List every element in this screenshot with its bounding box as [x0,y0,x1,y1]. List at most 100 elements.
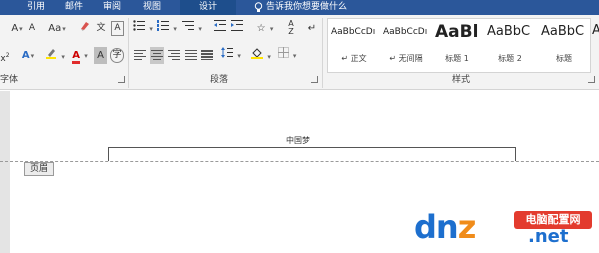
header-tag: 页眉 [24,162,54,176]
style-subtitle-partial[interactable]: A [592,18,599,73]
style-name: ↵ 无间隔 [389,54,423,63]
style-preview: AaBbC [487,24,531,39]
paragraph-dialog-launcher[interactable] [311,76,318,83]
tab-mailings[interactable]: 邮件 [60,0,88,15]
distributed-icon [201,50,213,60]
highlight-color-button[interactable] [44,47,66,64]
distributed-button[interactable] [200,47,214,64]
style-preview: AaBbCcDı [383,27,428,37]
line-spacing-icon [221,47,234,61]
tab-label: 引用 [26,2,45,12]
phonetic-guide-label: 文 [96,23,106,33]
grow-font-label: A [11,23,19,34]
style-preview: AaBbC [541,24,585,39]
align-right-icon [168,50,180,60]
change-case-label: Aa [48,23,62,34]
grow-font-button[interactable]: A [10,20,24,37]
lightbulb-icon [254,2,263,16]
header-bracket-line [108,147,516,161]
shrink-font-button[interactable]: A [26,20,38,37]
numbering-icon [157,20,170,34]
clear-formatting-button[interactable] [78,20,92,37]
increase-indent-button[interactable] [230,20,244,37]
char-shading-label: A [97,50,104,61]
style-heading-2[interactable]: AaBbC 标题 2 [484,19,536,72]
tell-me-search[interactable]: 告诉我你想要做什么 [266,0,347,15]
enclose-label: A [114,23,121,33]
tab-label: 视图 [142,2,161,12]
styles-dialog-launcher[interactable] [588,76,595,83]
decrease-indent-icon [214,20,226,34]
chinese-layout-button[interactable]: ☆ [254,20,276,37]
decrease-indent-button[interactable] [213,20,227,37]
style-heading-1[interactable]: AaBl 标题 1 [432,19,482,72]
bullets-button[interactable] [133,20,153,37]
chinese-layout-icon: ☆ [256,23,266,34]
increase-indent-icon [231,20,243,34]
font-color-button[interactable]: A [70,47,90,64]
style-name: 标题 [556,54,572,63]
shrink-font-label: A [28,23,36,33]
show-hide-marks-button[interactable]: ↵ [306,20,318,37]
style-name: 标题 1 [445,54,469,63]
watermark-letters-a: dn [414,208,459,246]
tab-view[interactable]: 视图 [136,0,168,15]
group-separator [128,18,129,88]
header-boundary-dashed-line [0,161,599,162]
style-preview: AaBl [435,22,479,42]
header-text[interactable]: 中国梦 [286,135,310,146]
ribbon-home: A A Aa 文 A x2 A A A 字 字体 ☆ AZ ↵ [0,15,599,90]
style-preview: A [592,23,599,38]
style-name: 标题 2 [498,54,522,63]
style-name: ↵ 正文 [341,54,367,63]
tab-label: 邮件 [64,2,83,12]
justify-icon [185,50,197,60]
sort-button[interactable]: AZ [284,20,298,37]
align-center-icon [151,50,163,60]
phonetic-guide-button[interactable]: 文 [94,20,108,37]
font-dialog-launcher[interactable] [118,76,125,83]
styles-gallery: AaBbCcDı ↵ 正文 AaBbCcDı ↵ 无间隔 AaBl 标题 1 A… [327,18,591,73]
enclose-border-button[interactable]: A [111,21,124,36]
watermark-logo-letters: dnz [414,208,477,246]
paragraph-group-label: 段落 [210,75,229,85]
watermark-letter-z: z [457,208,477,246]
sort-icon: AZ [288,19,294,36]
tab-review[interactable]: 审阅 [98,0,126,15]
multilevel-list-button[interactable] [181,20,203,37]
show-marks-label: ↵ [307,23,317,34]
borders-button[interactable] [276,47,298,64]
text-effects-button[interactable]: A [18,47,38,64]
tab-insert[interactable]: 插入 [0,0,10,15]
font-group-label: 字体 [0,75,19,85]
align-center-button[interactable] [150,47,164,64]
style-no-spacing[interactable]: AaBbCcDı ↵ 无间隔 [380,19,432,72]
enclose-characters-button[interactable]: 字 [110,48,124,63]
style-normal[interactable]: AaBbCcDı ↵ 正文 [328,19,380,72]
line-spacing-button[interactable] [220,47,242,64]
borders-icon [277,47,289,61]
shading-button[interactable] [250,47,272,64]
ribbon-tab-bar: 插入 引用 邮件 审阅 视图 设计 告诉我你想要做什么 [0,0,599,15]
align-left-button[interactable] [133,47,147,64]
group-separator [322,18,323,88]
character-shading-button[interactable]: A [94,47,107,64]
styles-group-label: 样式 [452,75,471,85]
tab-references[interactable]: 引用 [22,0,50,15]
site-watermark: dnz 电脑配置网 .net [414,206,599,253]
superscript-button[interactable]: x2 [0,47,10,64]
tab-label: 设计 [198,2,217,12]
align-right-button[interactable] [167,47,181,64]
eraser-icon [79,22,91,35]
bullets-icon [133,20,146,34]
text-effects-label: A [21,50,30,61]
font-color-label: A [72,50,81,64]
tab-design[interactable]: 设计 [180,0,236,15]
tab-label: 审阅 [102,2,121,12]
justify-button[interactable] [184,47,198,64]
multilevel-list-icon [182,21,195,34]
style-title[interactable]: AaBbC 标题 [538,19,590,72]
highlighter-icon [45,49,57,62]
numbering-button[interactable] [157,20,177,37]
change-case-button[interactable]: Aa [46,20,68,37]
